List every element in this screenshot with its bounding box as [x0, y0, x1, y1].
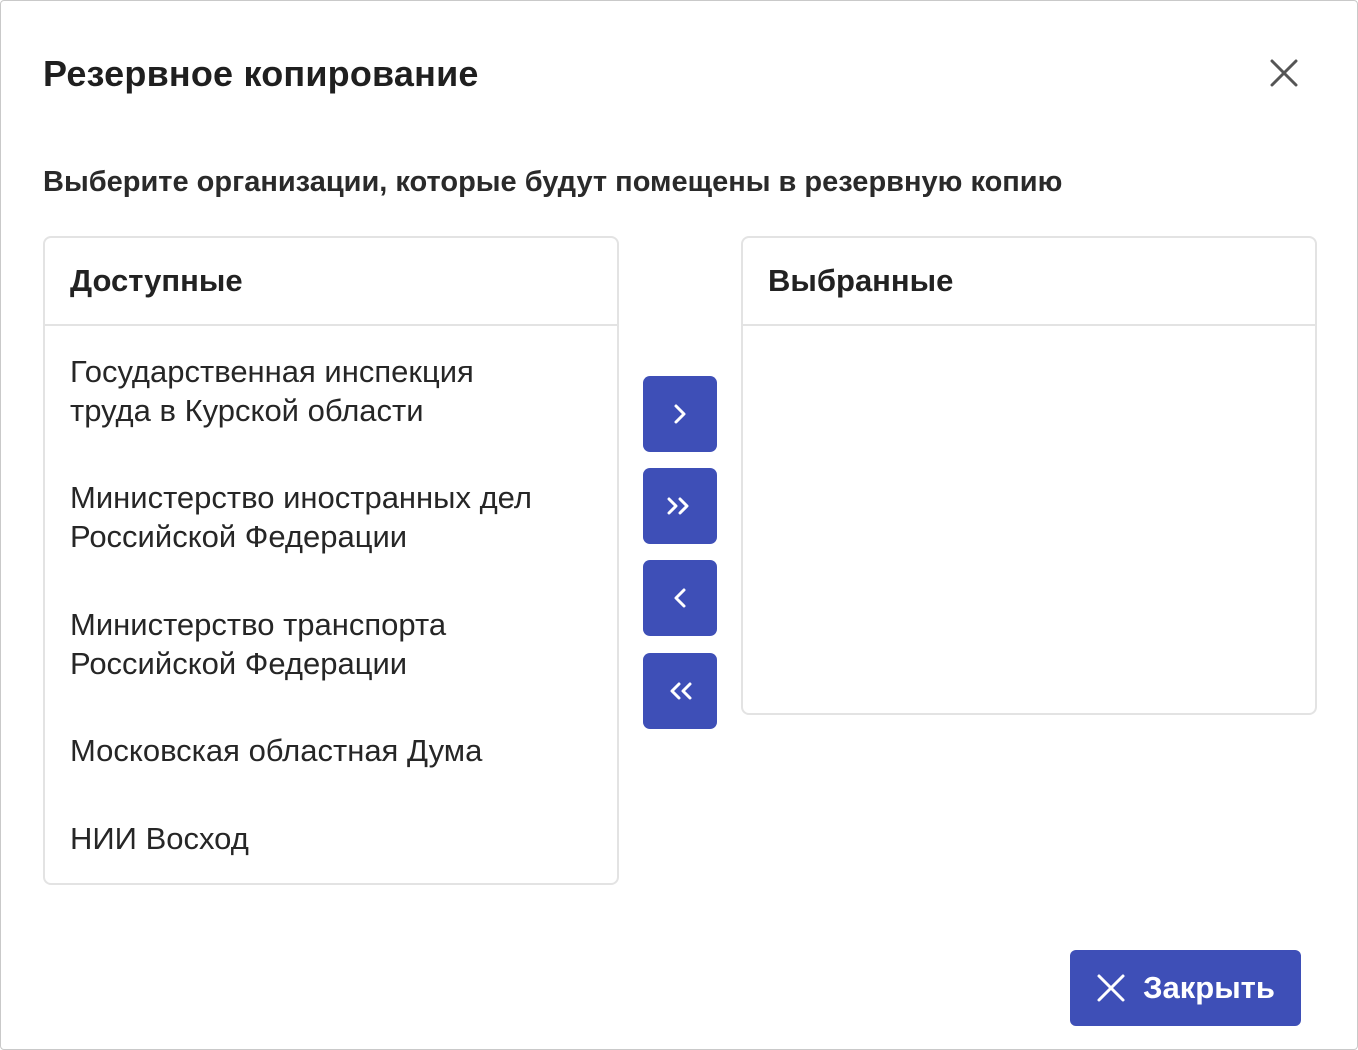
move-all-right-button[interactable]: [643, 468, 717, 544]
available-list: Государственная инспекция труда в Курско…: [45, 352, 617, 858]
close-icon[interactable]: [1261, 51, 1307, 97]
list-item-label: Российской Федерации: [70, 519, 408, 554]
list-item[interactable]: НИИ Восход: [45, 819, 617, 858]
available-list-header: Доступные: [45, 238, 617, 326]
selected-list-header: Выбранные: [743, 238, 1315, 326]
list-item[interactable]: Государственная инспекция труда в Курско…: [45, 352, 617, 430]
chevron-left-icon: [674, 588, 686, 608]
list-item-label: Министерство иностранных дел: [70, 480, 532, 515]
move-all-left-button[interactable]: [643, 653, 717, 729]
available-list-panel: Доступные Государственная инспекция труд…: [43, 236, 619, 885]
double-chevron-left-icon: [670, 682, 692, 700]
close-button[interactable]: Закрыть: [1070, 950, 1301, 1026]
list-item-label: Государственная инспекция: [70, 354, 474, 389]
list-item-label: Министерство транспорта: [70, 607, 447, 642]
dialog-title: Резервное копирование: [43, 53, 479, 94]
move-left-button[interactable]: [643, 560, 717, 636]
chevron-right-icon: [674, 404, 686, 424]
double-chevron-right-icon: [667, 497, 689, 515]
list-item[interactable]: Министерство иностранных дел Российской …: [45, 478, 617, 556]
list-item[interactable]: Московская областная Дума: [45, 731, 617, 770]
move-right-button[interactable]: [643, 376, 717, 452]
backup-dialog: Резервное копирование Выберите организац…: [0, 0, 1358, 1050]
list-item-label: Московская областная Дума: [70, 733, 483, 768]
close-icon: [1097, 974, 1125, 1002]
close-button-label: Закрыть: [1143, 970, 1275, 1005]
list-item-label: Российской Федерации: [70, 646, 408, 681]
list-item[interactable]: Министерство транспорта Российской Федер…: [45, 605, 617, 683]
selected-list-panel: Выбранные: [741, 236, 1317, 715]
dialog-subtitle: Выберите организации, которые будут поме…: [43, 166, 1063, 198]
list-item-label: труда в Курской области: [70, 393, 424, 428]
list-item-label: НИИ Восход: [70, 821, 249, 856]
